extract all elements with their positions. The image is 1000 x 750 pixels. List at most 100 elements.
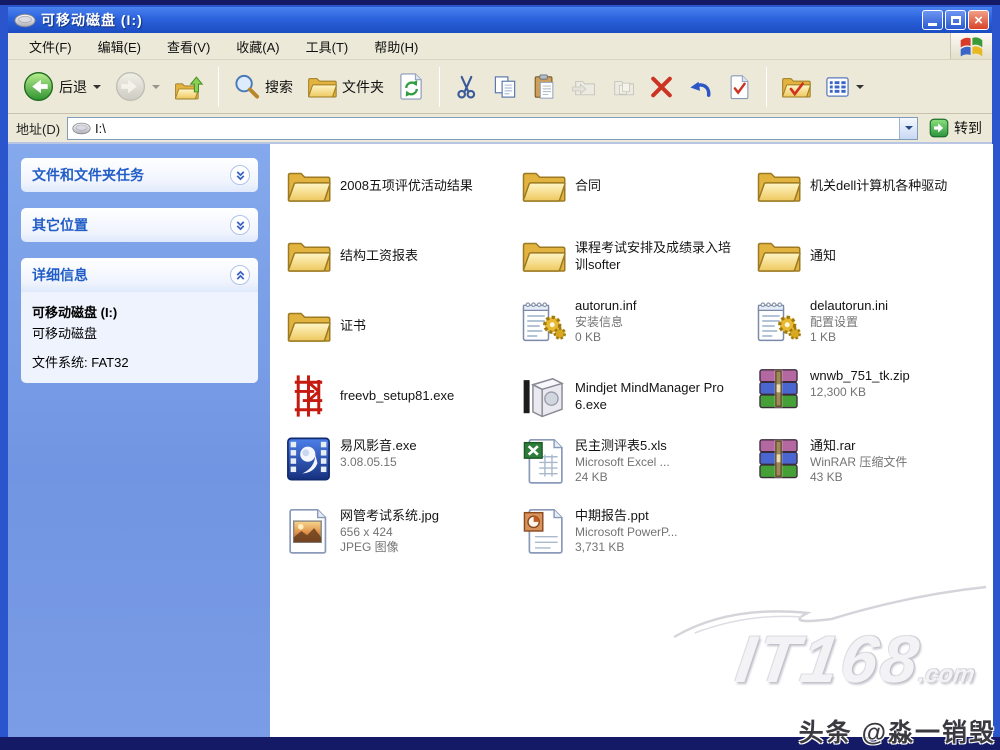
paste-button[interactable] (527, 71, 562, 103)
address-bar: 地址(D) 转到 (8, 114, 992, 144)
undo-button[interactable] (683, 71, 718, 103)
file-item[interactable]: delautorun.ini 配置设置 1 KB (756, 297, 981, 367)
file-item[interactable]: 2008五项评优活动结果 (286, 157, 511, 215)
file-item[interactable]: 合同 (521, 157, 746, 215)
menu-view[interactable]: 查看(V) (154, 34, 223, 59)
file-item[interactable]: wnwb_751_tk.zip 12,300 KB (756, 367, 981, 437)
file-type: Microsoft Excel ... (575, 455, 670, 471)
favorites-folder-button[interactable] (776, 70, 816, 104)
forward-button[interactable] (110, 68, 165, 105)
file-size: 12,300 KB (810, 385, 910, 401)
window-title: 可移动磁盘 (I:) (41, 10, 922, 30)
file-item[interactable]: 易风影音.exe 3.08.05.15 (286, 437, 511, 507)
toolbar-separator (766, 67, 767, 107)
back-button[interactable]: 后退 (18, 68, 106, 105)
watermark-suffix: .com (917, 661, 977, 688)
file-size: 0 KB (575, 330, 636, 346)
copy-to-button[interactable] (605, 71, 640, 103)
copy-button[interactable] (488, 71, 523, 103)
file-type: JPEG 图像 (340, 540, 439, 556)
file-item[interactable]: 通知 (756, 227, 981, 285)
panel-details-header[interactable]: 详细信息 (21, 258, 258, 292)
drive-icon (72, 122, 91, 135)
winrar-icon (756, 437, 801, 481)
refresh-button[interactable] (393, 69, 430, 104)
panel-title: 文件和文件夹任务 (32, 165, 144, 185)
chevron-down-icon (905, 126, 913, 130)
folder-icon (286, 164, 331, 208)
go-label: 转到 (954, 118, 982, 138)
search-label: 搜索 (265, 77, 293, 97)
close-button[interactable]: × (968, 10, 989, 30)
powerpoint-icon (521, 507, 566, 555)
panel-title: 详细信息 (32, 265, 88, 285)
file-version: 3.08.05.15 (340, 455, 417, 471)
menu-tools[interactable]: 工具(T) (293, 34, 362, 59)
address-dropdown-button[interactable] (899, 118, 917, 139)
move-to-button[interactable] (566, 71, 601, 103)
details-filesystem: 文件系统: FAT32 (32, 352, 248, 371)
views-button[interactable] (820, 71, 869, 103)
address-input[interactable] (91, 121, 899, 136)
menu-edit[interactable]: 编辑(E) (85, 34, 154, 59)
search-button[interactable]: 搜索 (228, 69, 298, 104)
toolbar-separator (218, 67, 219, 107)
details-body: 可移动磁盘 (I:) 可移动磁盘 文件系统: FAT32 (21, 292, 258, 383)
file-name: wnwb_751_tk.zip (810, 368, 910, 385)
address-combo[interactable] (67, 117, 918, 140)
properties-button[interactable] (722, 71, 757, 103)
maximize-button[interactable] (945, 10, 966, 30)
file-item[interactable]: 网管考试系统.jpg 656 x 424 JPEG 图像 (286, 507, 511, 577)
chevron-double-down-icon (234, 169, 247, 182)
file-name: 易风影音.exe (340, 438, 417, 455)
go-button[interactable]: 转到 (925, 118, 986, 138)
menu-favorites[interactable]: 收藏(A) (223, 34, 292, 59)
maximize-icon (951, 16, 961, 25)
seal-app-icon (286, 372, 331, 420)
undo-icon (688, 74, 713, 100)
file-item[interactable]: autorun.inf 安装信息 0 KB (521, 297, 746, 367)
file-name: 中期报告.ppt (575, 508, 677, 525)
delete-button[interactable] (644, 71, 679, 103)
chevron-double-down-icon (234, 219, 247, 232)
go-icon (929, 118, 949, 138)
file-item[interactable]: 通知.rar WinRAR 压缩文件 43 KB (756, 437, 981, 507)
back-dropdown-caret[interactable] (93, 85, 101, 89)
file-type: 配置设置 (810, 315, 888, 331)
folder-icon (286, 234, 331, 278)
file-item[interactable]: 课程考试安排及成绩录入培训softer (521, 227, 746, 285)
file-item[interactable]: freevb_setup81.exe (286, 367, 511, 425)
collapse-button[interactable] (230, 265, 250, 285)
file-name: 2008五项评优活动结果 (340, 178, 473, 195)
menu-bar: 文件(F) 编辑(E) 查看(V) 收藏(A) 工具(T) 帮助(H) (8, 33, 992, 60)
panel-other-places-header[interactable]: 其它位置 (21, 208, 258, 242)
file-name: 合同 (575, 178, 601, 195)
minimize-button[interactable] (922, 10, 943, 30)
image-dimensions: 656 x 424 (340, 525, 439, 541)
file-item[interactable]: 机关dell计算机各种驱动 (756, 157, 981, 215)
up-button[interactable] (169, 70, 209, 104)
menu-file[interactable]: 文件(F) (16, 34, 85, 59)
expand-button[interactable] (230, 165, 250, 185)
up-folder-icon (174, 73, 204, 101)
file-item[interactable]: 证书 (286, 297, 511, 355)
file-item[interactable]: 结构工资报表 (286, 227, 511, 285)
views-dropdown-caret[interactable] (856, 85, 864, 89)
file-name: 课程考试安排及成绩录入培训softer (575, 240, 735, 274)
file-name: 网管考试系统.jpg (340, 508, 439, 525)
panel-details: 详细信息 可移动磁盘 (I:) 可移动磁盘 文件系统: FAT32 (21, 258, 258, 383)
title-bar[interactable]: 可移动磁盘 (I:) × (8, 7, 992, 33)
cut-button[interactable] (449, 71, 484, 103)
back-icon (23, 71, 54, 102)
menu-help[interactable]: 帮助(H) (361, 34, 431, 59)
file-item[interactable]: 民主测评表5.xls Microsoft Excel ... 24 KB (521, 437, 746, 507)
file-item[interactable]: 中期报告.ppt Microsoft PowerP... 3,731 KB (521, 507, 746, 577)
file-size: 1 KB (810, 330, 888, 346)
panel-file-tasks-header[interactable]: 文件和文件夹任务 (21, 158, 258, 192)
windows-flag-icon (958, 33, 985, 60)
expand-button[interactable] (230, 215, 250, 235)
explorer-window: 可移动磁盘 (I:) × 文件(F) 编辑(E) 查看(V) 收藏(A) 工具(… (8, 7, 992, 737)
file-name: 民主测评表5.xls (575, 438, 670, 455)
folders-button[interactable]: 文件夹 (302, 70, 389, 104)
file-item[interactable]: Mindjet MindManager Pro 6.exe (521, 367, 746, 425)
